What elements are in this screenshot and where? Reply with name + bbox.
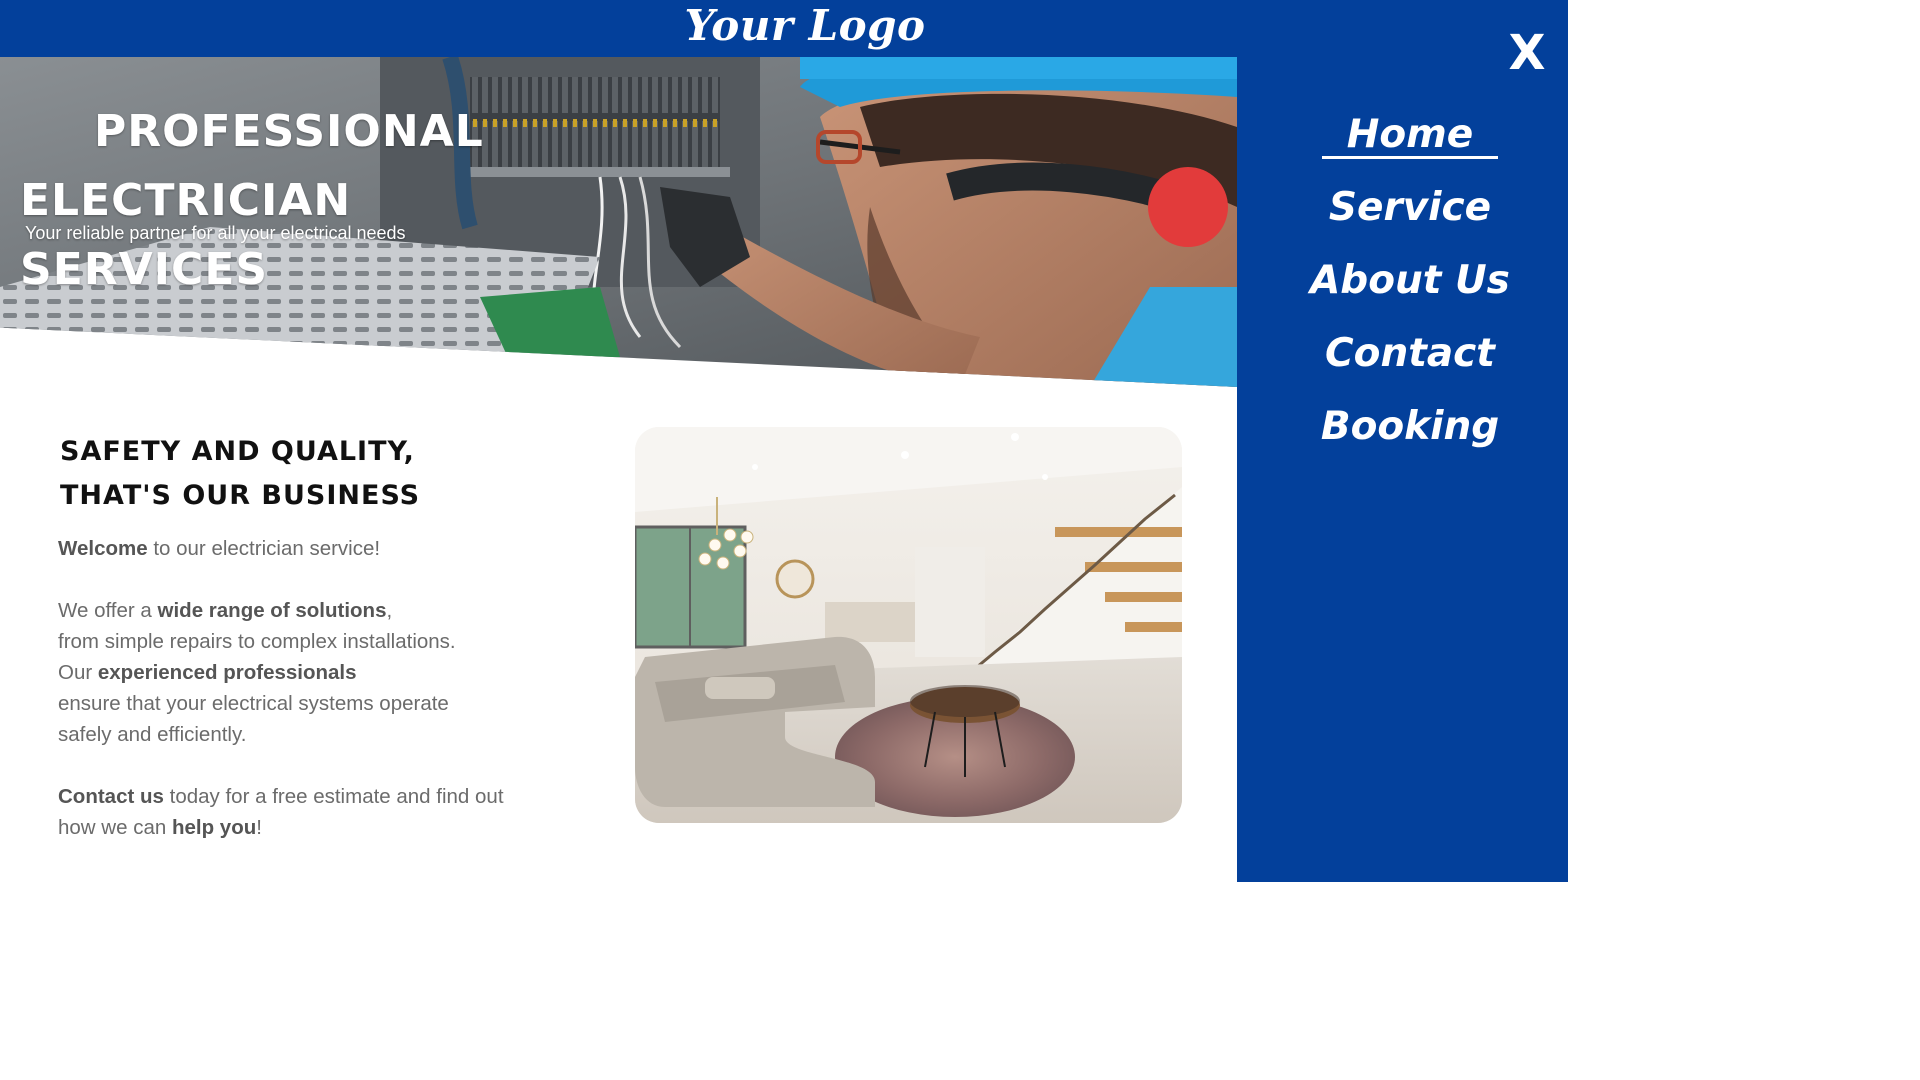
bold-welcome: Welcome (58, 537, 148, 560)
section-title-line-1: Safety and Quality, (60, 436, 415, 467)
nav-item-service[interactable]: Service (1237, 171, 1583, 244)
section-title-line-2: That's Our Business (60, 480, 421, 511)
text-safely: safely and efficiently. (58, 723, 247, 746)
bold-professionals: experienced professionals (97, 661, 357, 684)
nav-item-home-label: Home (1346, 112, 1474, 157)
hero-title: Professional Electrician Services (20, 97, 560, 304)
nav-menu: Home Service About Us Contact Booking (1237, 98, 1583, 463)
paragraph-solutions: We offer a wide range of solutions, from… (58, 595, 578, 750)
text-ensure: ensure that your electrical systems oper… (58, 692, 449, 715)
bold-contact-us: Contact us (58, 785, 164, 808)
hero-banner: Professional Electrician Services Your r… (0, 57, 1237, 387)
text-how-we-can: how we can (58, 816, 172, 839)
nav-item-home[interactable]: Home (1237, 98, 1583, 171)
hero-title-line-1: Professional (94, 106, 484, 157)
text-welcome: to our electrician service! (147, 537, 381, 560)
text-our: Our (58, 661, 98, 684)
close-menu-button[interactable]: X (1502, 24, 1552, 82)
active-underline (1322, 156, 1498, 159)
text-repairs: from simple repairs to complex installat… (58, 630, 456, 653)
nav-item-contact[interactable]: Contact (1237, 317, 1583, 390)
paragraph-welcome: Welcome to our electrician service! (58, 533, 578, 564)
body-text: Welcome to our electrician service! We o… (58, 533, 578, 874)
nav-item-booking[interactable]: Booking (1237, 390, 1583, 463)
bold-solutions: wide range of solutions (157, 599, 387, 622)
text-we-offer: We offer a (58, 599, 158, 622)
nav-item-about-us[interactable]: About Us (1237, 244, 1583, 317)
text-comma: , (386, 599, 393, 622)
hero-subtitle: Your reliable partner for all your elect… (25, 223, 406, 243)
living-room-image (635, 427, 1182, 823)
paragraph-contact: Contact us today for a free estimate and… (58, 781, 578, 843)
interior-photo (635, 427, 1182, 823)
bold-help-you: help you (171, 816, 257, 839)
section-title: Safety and Quality, That's Our Business (60, 430, 420, 518)
text-estimate: today for a free estimate and find out (163, 785, 504, 808)
text-exclamation: ! (256, 816, 262, 839)
